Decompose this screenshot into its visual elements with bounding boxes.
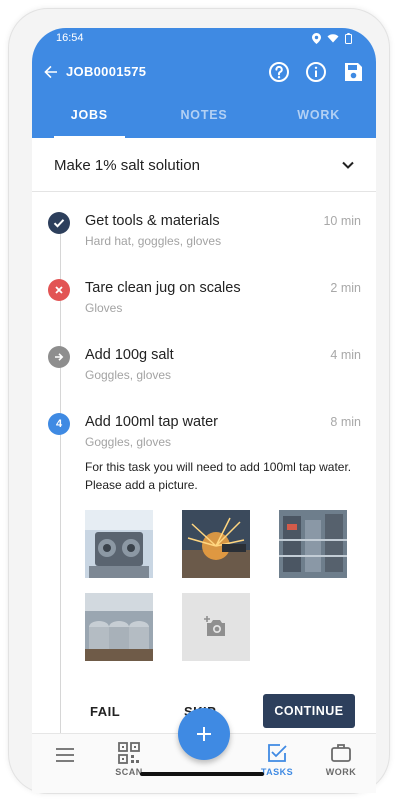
- location-icon: [312, 32, 321, 44]
- battery-icon: [345, 32, 352, 44]
- plus-icon: [197, 727, 211, 741]
- tasks-checkbox-icon: [268, 744, 287, 762]
- task-title: Tare clean jug on scales: [85, 280, 241, 296]
- task-duration: 2 min: [330, 281, 361, 295]
- task-title: Add 100ml tap water: [85, 414, 218, 430]
- nav-work-label: WORK: [325, 767, 357, 777]
- job-selector-value: Make 1% salt solution: [54, 157, 200, 174]
- wifi-icon: [327, 34, 339, 43]
- task-timeline-line: [60, 224, 61, 784]
- chevron-down-icon: [342, 161, 354, 169]
- failed-x-icon: [48, 279, 70, 301]
- qr-code-icon: [118, 742, 140, 764]
- photo-thumbnail-4[interactable]: [85, 593, 153, 661]
- status-bar: 16:54: [56, 31, 352, 45]
- check-icon: [48, 212, 70, 234]
- fail-button[interactable]: FAIL: [90, 704, 120, 719]
- task-subtitle: Hard hat, goggles, gloves: [85, 234, 222, 248]
- skip-arrow-icon: [48, 346, 70, 368]
- tab-jobs[interactable]: JOBS: [32, 102, 147, 138]
- photo-thumbnail-1[interactable]: [85, 510, 153, 578]
- task-duration: 4 min: [330, 348, 361, 362]
- add-photo-camera-icon: [204, 616, 225, 636]
- task-subtitle: Goggles, gloves: [85, 435, 172, 449]
- app-screen: 16:54 JOB0001575 JOBS NOTES WORK Make 1%…: [32, 28, 376, 793]
- task-subtitle: Gloves: [85, 301, 123, 315]
- briefcase-icon: [331, 744, 351, 762]
- task-duration: 8 min: [330, 415, 361, 429]
- info-icon[interactable]: [304, 60, 328, 84]
- photo-thumbnail-3[interactable]: [279, 510, 347, 578]
- back-arrow-icon[interactable]: [42, 63, 60, 81]
- photo-thumbnail-2[interactable]: [182, 510, 250, 578]
- home-indicator: [140, 772, 264, 776]
- toolbar: JOB0001575: [32, 56, 376, 88]
- add-fab-button[interactable]: [178, 708, 230, 760]
- task-description: For this task you will need to add 100ml…: [85, 460, 352, 492]
- task-title: Get tools & materials: [85, 213, 220, 229]
- task-title: Add 100g salt: [85, 347, 174, 363]
- job-selector[interactable]: Make 1% salt solution: [32, 138, 376, 192]
- job-id-title: JOB0001575: [66, 64, 147, 79]
- app-bar: 16:54 JOB0001575 JOBS NOTES WORK: [32, 28, 376, 138]
- continue-button[interactable]: CONTINUE: [263, 694, 355, 728]
- help-icon[interactable]: [267, 60, 291, 84]
- task-number-badge: 4: [48, 413, 70, 435]
- add-photo-button[interactable]: [182, 593, 250, 661]
- tab-bar: JOBS NOTES WORK: [32, 102, 376, 138]
- hamburger-menu-icon: [56, 748, 74, 762]
- menu-button[interactable]: [40, 748, 90, 762]
- task-subtitle: Goggles, gloves: [85, 368, 172, 382]
- task-duration: 10 min: [323, 214, 361, 228]
- save-icon[interactable]: [341, 60, 365, 84]
- status-time: 16:54: [56, 32, 84, 44]
- tab-work[interactable]: WORK: [261, 102, 376, 138]
- tab-notes[interactable]: NOTES: [147, 102, 262, 138]
- nav-work[interactable]: WORK: [316, 742, 366, 777]
